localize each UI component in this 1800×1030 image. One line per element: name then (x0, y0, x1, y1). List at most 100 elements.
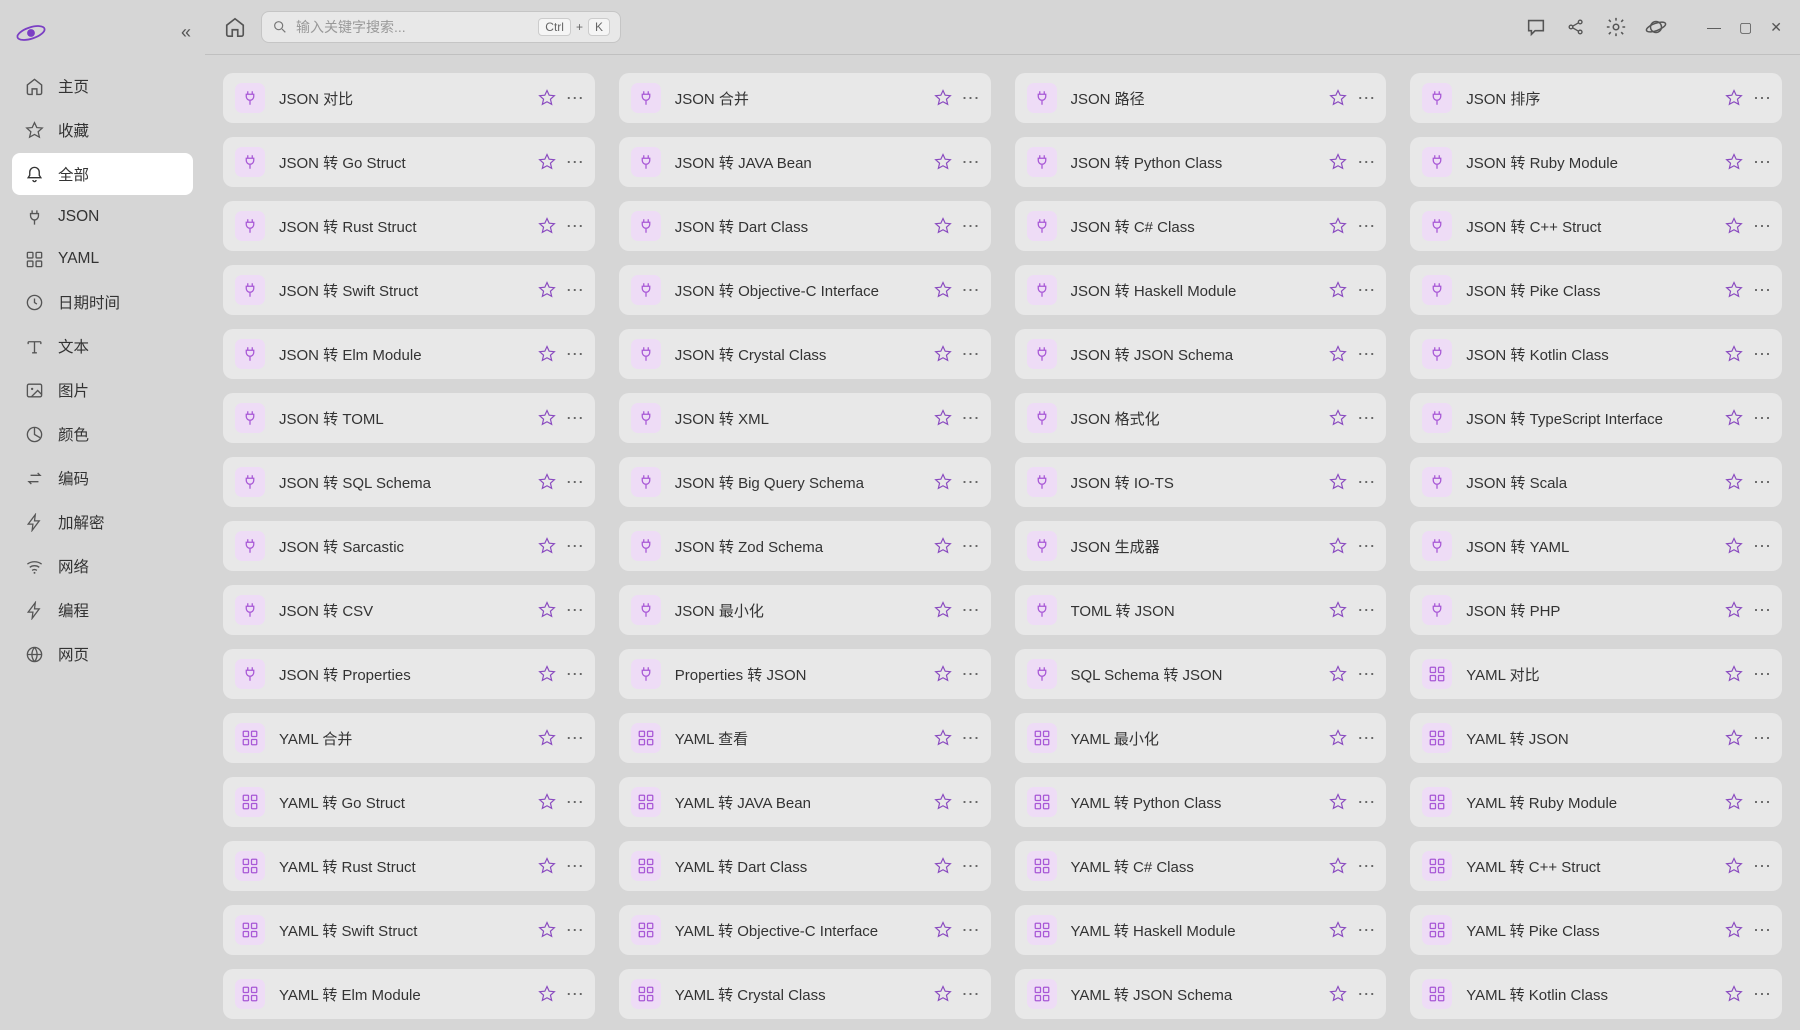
sidebar-item-bell[interactable]: 全部 (12, 153, 193, 195)
tool-card[interactable]: JSON 转 JAVA Bean⋯ (619, 137, 991, 187)
favorite-star-icon[interactable] (934, 665, 952, 683)
more-icon[interactable]: ⋯ (566, 216, 583, 237)
tool-card[interactable]: JSON 转 Dart Class⋯ (619, 201, 991, 251)
tool-card[interactable]: YAML 最小化⋯ (1015, 713, 1387, 763)
favorite-star-icon[interactable] (538, 985, 556, 1003)
more-icon[interactable]: ⋯ (1753, 728, 1770, 749)
search-box[interactable]: Ctrl + K (261, 11, 621, 43)
tool-card[interactable]: JSON 转 CSV⋯ (223, 585, 595, 635)
favorite-star-icon[interactable] (1725, 729, 1743, 747)
more-icon[interactable]: ⋯ (1753, 920, 1770, 941)
tool-card[interactable]: YAML 转 Elm Module⋯ (223, 969, 595, 1019)
favorite-star-icon[interactable] (1725, 89, 1743, 107)
sidebar-item-image[interactable]: 图片 (12, 369, 193, 411)
more-icon[interactable]: ⋯ (962, 280, 979, 301)
favorite-star-icon[interactable] (934, 153, 952, 171)
tool-card[interactable]: JSON 最小化⋯ (619, 585, 991, 635)
favorite-star-icon[interactable] (1329, 601, 1347, 619)
favorite-star-icon[interactable] (538, 89, 556, 107)
tool-card[interactable]: JSON 转 PHP⋯ (1410, 585, 1782, 635)
favorite-star-icon[interactable] (1725, 281, 1743, 299)
favorite-star-icon[interactable] (1725, 537, 1743, 555)
more-icon[interactable]: ⋯ (962, 344, 979, 365)
tool-card[interactable]: SQL Schema 转 JSON⋯ (1015, 649, 1387, 699)
tool-card[interactable]: JSON 转 Python Class⋯ (1015, 137, 1387, 187)
favorite-star-icon[interactable] (934, 217, 952, 235)
more-icon[interactable]: ⋯ (566, 664, 583, 685)
tool-card[interactable]: YAML 转 Crystal Class⋯ (619, 969, 991, 1019)
sidebar-item-swap[interactable]: 编码 (12, 457, 193, 499)
sidebar-item-bolt[interactable]: 编程 (12, 589, 193, 631)
tool-card[interactable]: JSON 格式化⋯ (1015, 393, 1387, 443)
favorite-star-icon[interactable] (1725, 921, 1743, 939)
tool-card[interactable]: JSON 转 Crystal Class⋯ (619, 329, 991, 379)
more-icon[interactable]: ⋯ (1357, 280, 1374, 301)
tool-card[interactable]: JSON 转 TypeScript Interface⋯ (1410, 393, 1782, 443)
favorite-star-icon[interactable] (934, 921, 952, 939)
app-logo[interactable] (14, 21, 48, 45)
more-icon[interactable]: ⋯ (566, 408, 583, 429)
tool-card[interactable]: YAML 转 JAVA Bean⋯ (619, 777, 991, 827)
favorite-star-icon[interactable] (1725, 473, 1743, 491)
more-icon[interactable]: ⋯ (1753, 216, 1770, 237)
more-icon[interactable]: ⋯ (1357, 600, 1374, 621)
tool-card[interactable]: JSON 转 C++ Struct⋯ (1410, 201, 1782, 251)
more-icon[interactable]: ⋯ (566, 152, 583, 173)
tool-card[interactable]: JSON 转 YAML⋯ (1410, 521, 1782, 571)
favorite-star-icon[interactable] (538, 345, 556, 363)
more-icon[interactable]: ⋯ (1357, 408, 1374, 429)
favorite-star-icon[interactable] (1329, 345, 1347, 363)
more-icon[interactable]: ⋯ (962, 984, 979, 1005)
more-icon[interactable]: ⋯ (1357, 216, 1374, 237)
tool-card[interactable]: YAML 转 Ruby Module⋯ (1410, 777, 1782, 827)
favorite-star-icon[interactable] (1329, 217, 1347, 235)
more-icon[interactable]: ⋯ (1357, 856, 1374, 877)
tool-card[interactable]: JSON 转 Properties⋯ (223, 649, 595, 699)
favorite-star-icon[interactable] (538, 793, 556, 811)
favorite-star-icon[interactable] (1725, 153, 1743, 171)
settings-icon[interactable] (1605, 16, 1627, 38)
sidebar-item-clock[interactable]: 日期时间 (12, 281, 193, 323)
tool-card[interactable]: JSON 生成器⋯ (1015, 521, 1387, 571)
collapse-sidebar-icon[interactable]: « (181, 22, 191, 43)
planet-icon[interactable] (1645, 16, 1667, 38)
more-icon[interactable]: ⋯ (962, 600, 979, 621)
favorite-star-icon[interactable] (934, 409, 952, 427)
favorite-star-icon[interactable] (934, 793, 952, 811)
more-icon[interactable]: ⋯ (1357, 984, 1374, 1005)
tool-card[interactable]: YAML 转 Rust Struct⋯ (223, 841, 595, 891)
tool-card[interactable]: YAML 转 Python Class⋯ (1015, 777, 1387, 827)
favorite-star-icon[interactable] (1329, 985, 1347, 1003)
tool-card[interactable]: YAML 转 Pike Class⋯ (1410, 905, 1782, 955)
tool-card[interactable]: JSON 路径⋯ (1015, 73, 1387, 123)
more-icon[interactable]: ⋯ (1753, 472, 1770, 493)
more-icon[interactable]: ⋯ (962, 88, 979, 109)
more-icon[interactable]: ⋯ (962, 536, 979, 557)
tool-card[interactable]: JSON 转 Swift Struct⋯ (223, 265, 595, 315)
favorite-star-icon[interactable] (538, 537, 556, 555)
more-icon[interactable]: ⋯ (962, 920, 979, 941)
tool-card[interactable]: YAML 对比⋯ (1410, 649, 1782, 699)
more-icon[interactable]: ⋯ (1753, 984, 1770, 1005)
favorite-star-icon[interactable] (538, 153, 556, 171)
more-icon[interactable]: ⋯ (1753, 792, 1770, 813)
tool-card[interactable]: YAML 转 C# Class⋯ (1015, 841, 1387, 891)
more-icon[interactable]: ⋯ (566, 472, 583, 493)
more-icon[interactable]: ⋯ (962, 216, 979, 237)
tool-card[interactable]: JSON 转 Kotlin Class⋯ (1410, 329, 1782, 379)
more-icon[interactable]: ⋯ (1357, 536, 1374, 557)
tool-card[interactable]: YAML 合并⋯ (223, 713, 595, 763)
window-minimize[interactable]: — (1707, 19, 1721, 36)
favorite-star-icon[interactable] (1329, 793, 1347, 811)
tool-card[interactable]: YAML 查看⋯ (619, 713, 991, 763)
more-icon[interactable]: ⋯ (962, 408, 979, 429)
favorite-star-icon[interactable] (1329, 537, 1347, 555)
favorite-star-icon[interactable] (1725, 217, 1743, 235)
tool-card[interactable]: JSON 合并⋯ (619, 73, 991, 123)
favorite-star-icon[interactable] (934, 345, 952, 363)
more-icon[interactable]: ⋯ (1753, 344, 1770, 365)
tool-card[interactable]: TOML 转 JSON⋯ (1015, 585, 1387, 635)
favorite-star-icon[interactable] (1725, 793, 1743, 811)
more-icon[interactable]: ⋯ (566, 728, 583, 749)
favorite-star-icon[interactable] (538, 729, 556, 747)
